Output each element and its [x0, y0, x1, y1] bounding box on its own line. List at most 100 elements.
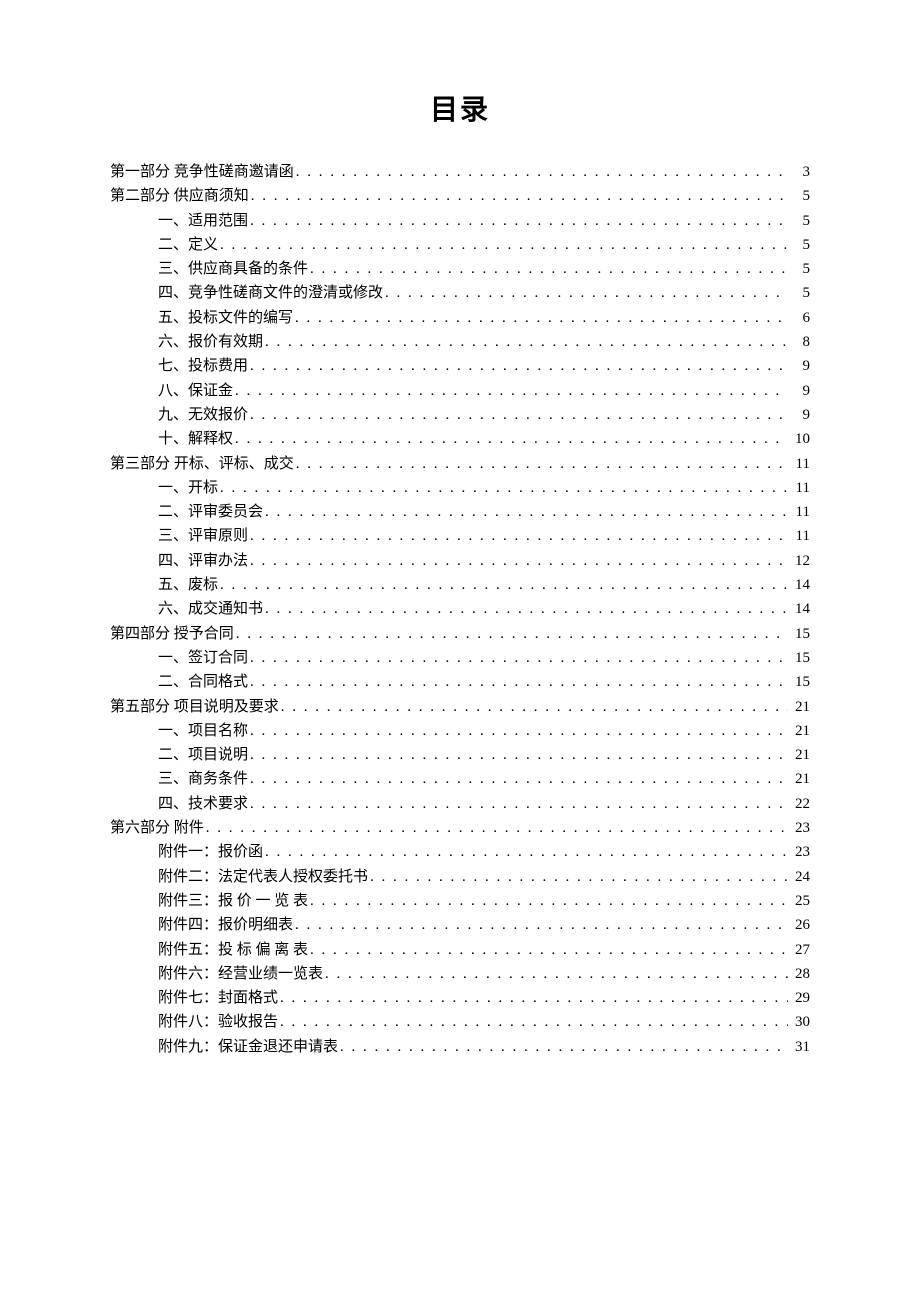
toc-entry: 九、无效报价9 [110, 403, 810, 427]
toc-entry: 四、技术要求 22 [110, 792, 810, 816]
toc-entry: 六、成交通知书 14 [110, 597, 810, 621]
toc-entry: 五、投标文件的编写 6 [110, 306, 810, 330]
toc-dot-leader [263, 840, 788, 864]
toc-entry-page: 28 [788, 962, 810, 986]
toc-entry-label: 六、报价有效期 [158, 330, 263, 354]
toc-entry-label: 七、投标费用 [158, 354, 248, 378]
toc-dot-leader [248, 670, 788, 694]
toc-entry-page: 10 [788, 427, 810, 451]
toc-entry-label: 三、供应商具备的条件 [158, 257, 308, 281]
toc-entry-label: 五、投标文件的编写 [158, 306, 293, 330]
toc-entry-page: 6 [788, 306, 810, 330]
toc-entry-label: 八、保证金 [158, 379, 233, 403]
toc-entry-page: 21 [788, 695, 810, 719]
toc-dot-leader [234, 622, 788, 646]
toc-entry: 二、评审委员会11 [110, 500, 810, 524]
toc-dot-leader [383, 281, 788, 305]
toc-entry: 附件七：封面格式29 [110, 986, 810, 1010]
toc-entry: 附件九：保证金退还申请表31 [110, 1035, 810, 1059]
toc-entry-page: 31 [788, 1035, 810, 1059]
toc-entry-page: 27 [788, 938, 810, 962]
toc-entry: 一、签订合同 15 [110, 646, 810, 670]
toc-dot-leader [249, 184, 788, 208]
toc-dot-leader [248, 403, 788, 427]
toc-entry-label: 六、成交通知书 [158, 597, 263, 621]
toc-dot-leader [263, 597, 788, 621]
toc-entry-page: 21 [788, 743, 810, 767]
toc-entry-label: 第一部分 竞争性磋商邀请函 [110, 160, 294, 184]
toc-dot-leader [308, 257, 788, 281]
toc-entry-label: 附件五：投 标 偏 离 表 [158, 938, 308, 962]
toc-entry: 五、废标14 [110, 573, 810, 597]
toc-entry-label: 附件六：经营业绩一览表 [158, 962, 323, 986]
toc-entry-label: 第五部分 项目说明及要求 [110, 695, 279, 719]
toc-entry-label: 附件四：报价明细表 [158, 913, 293, 937]
toc-entry-label: 一、开标 [158, 476, 218, 500]
toc-dot-leader [248, 792, 788, 816]
toc-entry-label: 第二部分 供应商须知 [110, 184, 249, 208]
toc-entry-page: 21 [788, 719, 810, 743]
toc-entry-page: 30 [788, 1010, 810, 1034]
toc-entry-label: 四、技术要求 [158, 792, 248, 816]
toc-entry-page: 24 [788, 865, 810, 889]
toc-dot-leader [263, 500, 788, 524]
toc-dot-leader [293, 306, 788, 330]
toc-entry-label: 四、评审办法 [158, 549, 248, 573]
page-title: 目录 [110, 88, 810, 128]
toc-entry: 二、合同格式15 [110, 670, 810, 694]
toc-entry-label: 第三部分 开标、评标、成交 [110, 452, 294, 476]
toc-entry-label: 附件三：报 价 一 览 表 [158, 889, 308, 913]
toc-dot-leader [218, 573, 788, 597]
toc-entry: 附件八：验收报告30 [110, 1010, 810, 1034]
toc-dot-leader [278, 1010, 788, 1034]
toc-dot-leader [279, 695, 788, 719]
toc-entry-label: 附件七：封面格式 [158, 986, 278, 1010]
toc-dot-leader [233, 379, 788, 403]
toc-entry-page: 22 [788, 792, 810, 816]
toc-dot-leader [248, 719, 788, 743]
toc-entry-page: 11 [788, 524, 810, 548]
toc-entry: 附件六：经营业绩一览表 28 [110, 962, 810, 986]
toc-entry-page: 14 [788, 597, 810, 621]
toc-entry-label: 二、评审委员会 [158, 500, 263, 524]
toc-dot-leader [263, 330, 788, 354]
toc-entry-page: 12 [788, 549, 810, 573]
toc-entry: 四、评审办法 12 [110, 549, 810, 573]
toc-dot-leader [278, 986, 788, 1010]
toc-dot-leader [218, 476, 788, 500]
toc-entry-page: 21 [788, 767, 810, 791]
toc-entry-page: 9 [788, 354, 810, 378]
toc-entry-page: 23 [788, 816, 810, 840]
toc-dot-leader [294, 160, 788, 184]
toc-entry-label: 二、定义 [158, 233, 218, 257]
toc-entry-label: 五、废标 [158, 573, 218, 597]
toc-entry-label: 二、项目说明 [158, 743, 248, 767]
toc-entry-label: 一、适用范围 [158, 209, 248, 233]
toc-entry-page: 8 [788, 330, 810, 354]
toc-entry-page: 15 [788, 646, 810, 670]
toc-entry-page: 5 [788, 184, 810, 208]
toc-entry-page: 5 [788, 281, 810, 305]
toc-dot-leader [368, 865, 788, 889]
toc-entry: 六、报价有效期 8 [110, 330, 810, 354]
toc-entry-page: 5 [788, 209, 810, 233]
toc-dot-leader [338, 1035, 788, 1059]
toc-entry-label: 二、合同格式 [158, 670, 248, 694]
toc-entry-page: 23 [788, 840, 810, 864]
toc-entry: 四、竞争性磋商文件的澄清或修改5 [110, 281, 810, 305]
toc-entry-page: 9 [788, 379, 810, 403]
toc-entry-label: 一、签订合同 [158, 646, 248, 670]
toc-dot-leader [294, 452, 788, 476]
toc-entry-page: 3 [788, 160, 810, 184]
toc-entry: 一、项目名称 21 [110, 719, 810, 743]
toc-entry: 附件五：投 标 偏 离 表 27 [110, 938, 810, 962]
toc-entry-label: 十、解释权 [158, 427, 233, 451]
toc-entry: 第四部分 授予合同 15 [110, 622, 810, 646]
toc-entry-page: 9 [788, 403, 810, 427]
toc-entry-label: 三、评审原则 [158, 524, 248, 548]
toc-entry: 一、适用范围 5 [110, 209, 810, 233]
toc-entry: 附件三：报 价 一 览 表25 [110, 889, 810, 913]
toc-dot-leader [248, 209, 788, 233]
toc-entry: 第一部分 竞争性磋商邀请函 3 [110, 160, 810, 184]
toc-entry-label: 一、项目名称 [158, 719, 248, 743]
